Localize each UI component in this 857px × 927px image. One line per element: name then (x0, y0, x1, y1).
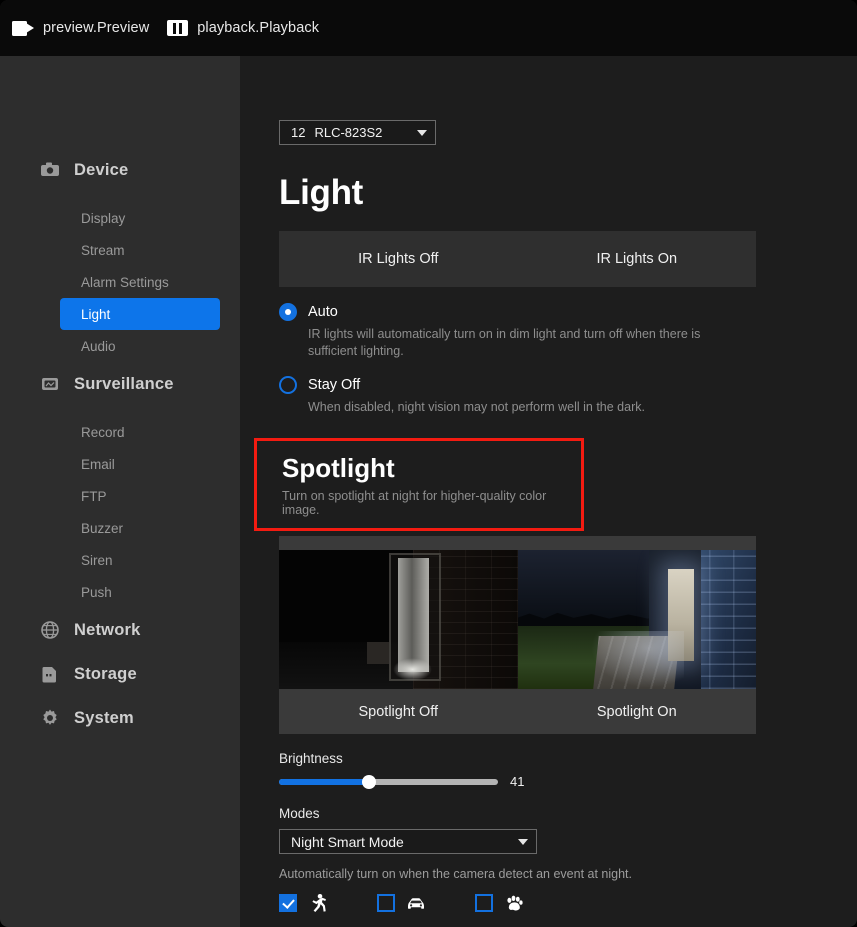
sidebar-group-surveillance[interactable]: Surveillance (0, 362, 240, 406)
sd-card-icon (40, 664, 60, 684)
ir-option-auto-description: IR lights will automatically turn on in … (308, 327, 701, 358)
sidebar-group-network[interactable]: Network (0, 608, 240, 652)
spotlight-compare-labels: Spotlight Off Spotlight On (279, 689, 756, 734)
film-strip-icon (167, 20, 189, 36)
sidebar: Device Display Stream Alarm Settings Lig… (0, 56, 240, 927)
sidebar-item-buzzer[interactable]: Buzzer (60, 512, 220, 544)
checkbox-vehicle[interactable] (377, 894, 395, 912)
spotlight-description: Turn on spotlight at night for higher-qu… (282, 489, 547, 517)
detect-option-pet[interactable] (475, 893, 573, 913)
spotlight-on-label: Spotlight On (596, 703, 677, 720)
ir-option-stay-off[interactable]: Stay Off (279, 376, 857, 394)
sidebar-item-stream[interactable]: Stream (60, 234, 220, 266)
sidebar-item-alarm-settings[interactable]: Alarm Settings (60, 266, 220, 298)
video-camera-icon (12, 20, 34, 36)
sidebar-group-system-label: System (74, 708, 134, 727)
ir-lights-off-label: IR Lights Off (358, 251, 439, 267)
sidebar-group-network-label: Network (74, 620, 141, 639)
radio-stay-off[interactable] (279, 376, 297, 394)
spotlight-on-photo (517, 550, 756, 689)
checkbox-pet[interactable] (475, 894, 493, 912)
modes-label: Modes (279, 806, 320, 821)
sidebar-item-email[interactable]: Email (60, 448, 220, 480)
sidebar-item-display[interactable]: Display (60, 202, 220, 234)
brightness-value: 41 (510, 774, 525, 789)
spotlight-off-label: Spotlight Off (358, 703, 439, 720)
radio-auto[interactable] (279, 303, 297, 321)
tab-preview-label: preview.Preview (43, 20, 150, 36)
sidebar-group-system[interactable]: System (0, 696, 240, 740)
car-icon (405, 893, 427, 913)
ir-option-stay-off-label: Stay Off (308, 377, 361, 393)
ir-option-auto[interactable]: Auto (279, 303, 857, 321)
ir-lights-on-label: IR Lights On (596, 251, 678, 267)
spotlight-off-photo (279, 550, 518, 689)
sidebar-item-push[interactable]: Push (60, 576, 220, 608)
app-window: preview.Preview playback.Playback Device… (0, 0, 857, 927)
page-title: Light (279, 173, 364, 212)
chevron-down-icon (518, 838, 528, 845)
spotlight-title: Spotlight (282, 453, 395, 483)
sidebar-group-storage[interactable]: Storage (0, 652, 240, 696)
tab-playback-label: playback.Playback (197, 20, 320, 36)
sidebar-group-device-label: Device (74, 160, 129, 179)
sidebar-group-device[interactable]: Device (0, 148, 240, 192)
spotlight-compare-panel: Spotlight Off Spotlight On (279, 536, 756, 734)
spotlight-section-highlight: Spotlight Turn on spotlight at night for… (254, 438, 584, 531)
sidebar-group-surveillance-label: Surveillance (74, 374, 174, 393)
modes-selected-value: Night Smart Mode (291, 833, 404, 850)
brightness-label: Brightness (279, 751, 343, 766)
sidebar-group-storage-label: Storage (74, 664, 137, 683)
brightness-row: 41 (279, 774, 857, 789)
camera-model-label: RLC-823S2 (314, 125, 383, 140)
brightness-slider[interactable] (279, 774, 498, 789)
detect-description: Automatically turn on when the camera de… (279, 867, 632, 881)
detect-option-vehicle[interactable] (377, 893, 475, 913)
tab-preview[interactable]: preview.Preview (12, 20, 149, 36)
brightness-slider-knob[interactable] (361, 774, 376, 789)
ir-compare-bar: IR Lights Off IR Lights On (279, 231, 756, 287)
detect-option-person[interactable] (279, 893, 377, 913)
camera-channel-number: 12 (291, 125, 306, 140)
monitor-icon (40, 374, 60, 394)
chevron-down-icon (417, 129, 427, 136)
gear-icon (40, 708, 60, 728)
topbar: preview.Preview playback.Playback (0, 0, 857, 56)
tab-playback[interactable]: playback.Playback (167, 20, 319, 36)
spotlight-compare-images (279, 550, 756, 689)
ir-option-stay-off-description: When disabled, night vision may not perf… (308, 400, 645, 414)
modes-select[interactable]: Night Smart Mode (279, 829, 537, 854)
camera-select[interactable]: 12 RLC-823S2 (279, 120, 436, 145)
sidebar-item-ftp[interactable]: FTP (60, 480, 220, 512)
sidebar-item-record[interactable]: Record (60, 416, 220, 448)
sidebar-item-siren[interactable]: Siren (60, 544, 220, 576)
sidebar-item-audio[interactable]: Audio (60, 330, 220, 362)
checkbox-person[interactable] (279, 894, 297, 912)
paw-print-icon (503, 893, 525, 913)
sidebar-item-light[interactable]: Light (60, 298, 220, 330)
person-running-icon (307, 893, 329, 913)
camera-icon (40, 160, 60, 180)
globe-icon (40, 620, 60, 640)
detect-options-row (279, 893, 857, 913)
ir-option-auto-label: Auto (308, 304, 338, 320)
main-content: 12 RLC-823S2 Light IR Lights Off IR Ligh… (240, 56, 857, 927)
